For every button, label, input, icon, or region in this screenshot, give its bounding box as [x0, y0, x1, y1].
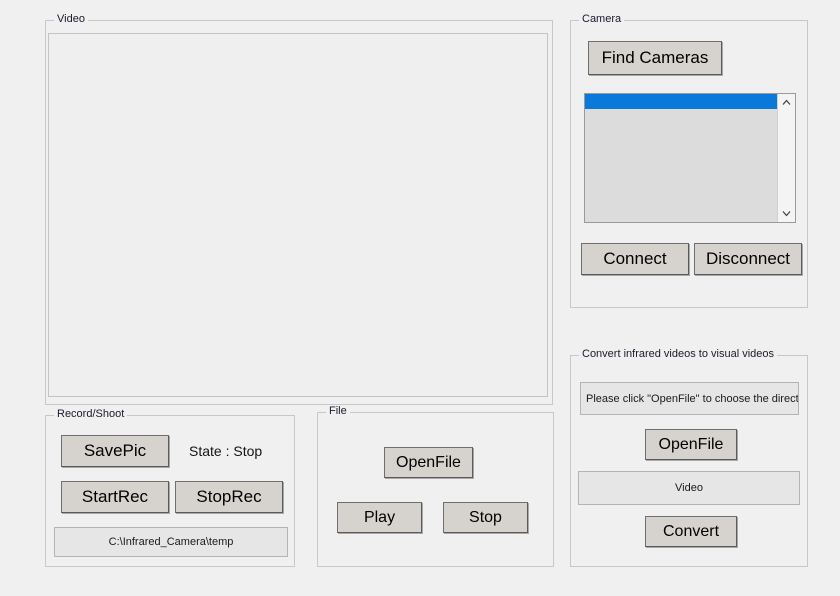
camera-list-item[interactable] [585, 94, 777, 109]
record-path-field[interactable]: C:\Infrared_Camera\temp [54, 527, 288, 557]
convert-open-file-button[interactable]: OpenFile [645, 429, 737, 460]
record-shoot-group-title: Record/Shoot [54, 408, 127, 420]
disconnect-button-label: Disconnect [706, 249, 790, 269]
convert-group-title: Convert infrared videos to visual videos [579, 348, 777, 360]
connect-button[interactable]: Connect [581, 243, 689, 275]
camera-group-title: Camera [579, 13, 624, 25]
stop-rec-button-label: StopRec [196, 487, 261, 507]
find-cameras-button-label: Find Cameras [602, 48, 709, 68]
camera-list-scroll-track[interactable] [778, 111, 795, 205]
start-rec-button[interactable]: StartRec [61, 481, 169, 513]
convert-button[interactable]: Convert [645, 516, 737, 547]
file-play-button-label: Play [364, 509, 395, 527]
find-cameras-button[interactable]: Find Cameras [588, 41, 722, 75]
start-rec-button-label: StartRec [82, 487, 148, 507]
video-group-title: Video [54, 13, 88, 25]
convert-open-file-button-label: OpenFile [659, 436, 724, 454]
convert-directory-field[interactable]: Please click "OpenFile" to choose the di… [580, 382, 799, 415]
file-stop-button-label: Stop [469, 509, 502, 527]
camera-list-scrollbar[interactable] [777, 94, 795, 222]
convert-button-label: Convert [663, 523, 719, 541]
disconnect-button[interactable]: Disconnect [694, 243, 802, 275]
file-open-file-button[interactable]: OpenFile [384, 447, 473, 478]
file-group: File [317, 412, 554, 567]
file-open-file-button-label: OpenFile [396, 454, 461, 472]
recording-state-label: State : Stop [189, 443, 262, 459]
connect-button-label: Connect [603, 249, 666, 269]
convert-video-field[interactable]: Video [578, 471, 800, 505]
save-pic-button-label: SavePic [84, 441, 146, 461]
camera-list-area[interactable] [585, 94, 777, 222]
file-play-button[interactable]: Play [337, 502, 422, 533]
save-pic-button[interactable]: SavePic [61, 435, 169, 467]
convert-video-field-value: Video [675, 482, 703, 494]
video-display-panel[interactable] [48, 33, 548, 397]
record-path-value: C:\Infrared_Camera\temp [109, 536, 234, 548]
convert-directory-hint: Please click "OpenFile" to choose the di… [586, 393, 799, 405]
file-group-title: File [326, 405, 350, 417]
stop-rec-button[interactable]: StopRec [175, 481, 283, 513]
file-stop-button[interactable]: Stop [443, 502, 528, 533]
camera-list-box[interactable] [584, 93, 796, 223]
chevron-up-icon[interactable] [778, 94, 795, 111]
chevron-down-icon[interactable] [778, 205, 795, 222]
